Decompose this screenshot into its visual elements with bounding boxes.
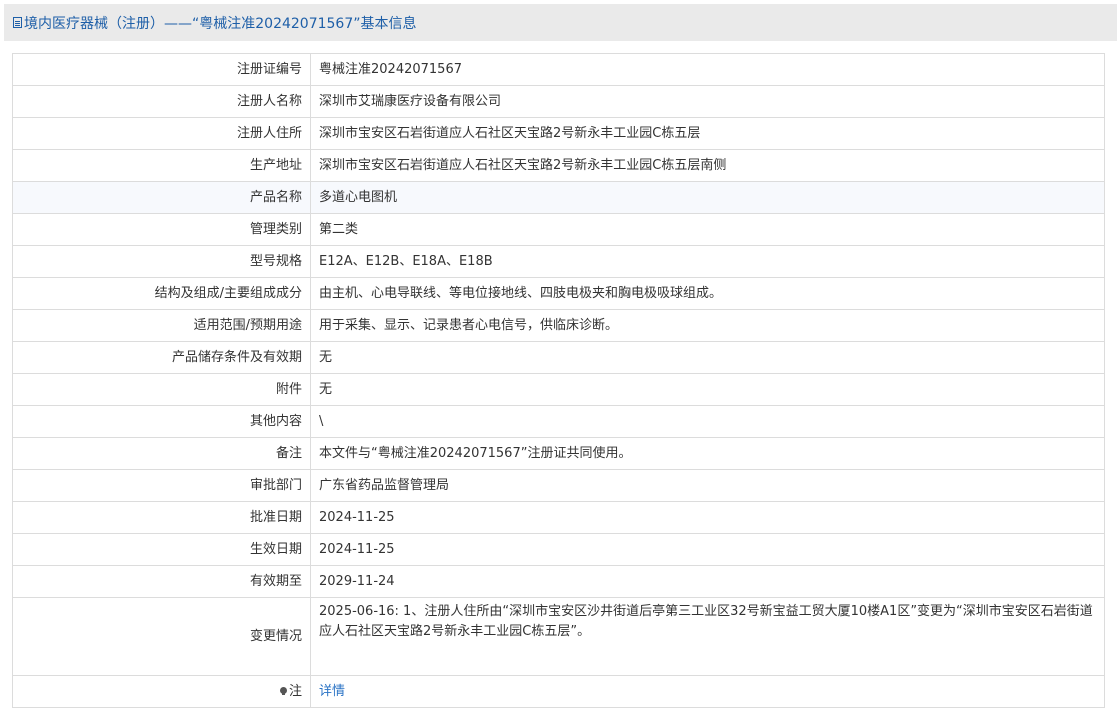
row-label: 审批部门	[12, 469, 311, 502]
row-label: 其他内容	[12, 405, 311, 438]
row-label: 生效日期	[12, 533, 311, 566]
row-value: 本文件与“粤械注准20242071567”注册证共同使用。	[310, 437, 1105, 470]
row-label: 注册人住所	[12, 117, 311, 150]
row-label: 管理类别	[12, 213, 311, 246]
row-value: 深圳市艾瑞康医疗设备有限公司	[310, 85, 1105, 118]
row-value: 第二类	[310, 213, 1105, 246]
table-row: 生产地址 深圳市宝安区石岩街道应人石社区天宝路2号新永丰工业园C栋五层南侧	[12, 149, 1105, 182]
page-title: 境内医疗器械（注册）——“粤械注准20242071567”基本信息	[24, 15, 417, 32]
table-row: 产品名称 多道心电图机	[12, 181, 1105, 214]
row-label: 产品名称	[12, 181, 311, 214]
row-value: 无	[310, 341, 1105, 374]
row-label: 产品储存条件及有效期	[12, 341, 311, 374]
row-value: E12A、E12B、E18A、E18B	[310, 245, 1105, 278]
row-label: 生产地址	[12, 149, 311, 182]
row-label: 附件	[12, 373, 311, 406]
row-label: 变更情况	[12, 597, 311, 676]
table-row: 注册证编号 粤械注准20242071567	[12, 53, 1105, 86]
table-row: 生效日期 2024-11-25	[12, 533, 1105, 566]
row-label: 结构及组成/主要组成成分	[12, 277, 311, 310]
row-value: 2025-06-16: 1、注册人住所由“深圳市宝安区沙井街道后亭第三工业区32…	[310, 597, 1105, 676]
row-value: 用于采集、显示、记录患者心电信号，供临床诊断。	[310, 309, 1105, 342]
table-row: 变更情况 2025-06-16: 1、注册人住所由“深圳市宝安区沙井街道后亭第三…	[12, 597, 1105, 676]
row-value: 由主机、心电导联线、等电位接地线、四肢电极夹和胸电极吸球组成。	[310, 277, 1105, 310]
table-row: 注 详情	[12, 675, 1105, 708]
table-row: 有效期至 2029-11-24	[12, 565, 1105, 598]
note-label-cell: 注	[12, 675, 311, 708]
page-header: 境内医疗器械（注册）——“粤械注准20242071567”基本信息	[4, 4, 1117, 41]
table-row: 其他内容 \	[12, 405, 1105, 438]
row-value: 2029-11-24	[310, 565, 1105, 598]
table-row: 附件 无	[12, 373, 1105, 406]
table-row: 结构及组成/主要组成成分 由主机、心电导联线、等电位接地线、四肢电极夹和胸电极吸…	[12, 277, 1105, 310]
row-label: 注册证编号	[12, 53, 311, 86]
row-label: 适用范围/预期用途	[12, 309, 311, 342]
row-value: 粤械注准20242071567	[310, 53, 1105, 86]
row-value: 2024-11-25	[310, 501, 1105, 534]
row-value: 2024-11-25	[310, 533, 1105, 566]
table-row: 注册人住所 深圳市宝安区石岩街道应人石社区天宝路2号新永丰工业园C栋五层	[12, 117, 1105, 150]
row-label: 有效期至	[12, 565, 311, 598]
row-value: 深圳市宝安区石岩街道应人石社区天宝路2号新永丰工业园C栋五层南侧	[310, 149, 1105, 182]
document-icon	[13, 17, 22, 28]
row-label: 注册人名称	[12, 85, 311, 118]
row-value: \	[310, 405, 1105, 438]
table-row: 型号规格 E12A、E12B、E18A、E18B	[12, 245, 1105, 278]
row-value: 详情	[310, 675, 1105, 708]
table-row: 审批部门 广东省药品监督管理局	[12, 469, 1105, 502]
info-table: 注册证编号 粤械注准20242071567 注册人名称 深圳市艾瑞康医疗设备有限…	[12, 53, 1105, 708]
row-value: 深圳市宝安区石岩街道应人石社区天宝路2号新永丰工业园C栋五层	[310, 117, 1105, 150]
row-value: 无	[310, 373, 1105, 406]
row-label: 批准日期	[12, 501, 311, 534]
table-row: 产品储存条件及有效期 无	[12, 341, 1105, 374]
row-label: 备注	[12, 437, 311, 470]
lightbulb-icon	[279, 686, 287, 695]
details-link[interactable]: 详情	[319, 684, 345, 699]
row-value: 多道心电图机	[310, 181, 1105, 214]
table-row: 备注 本文件与“粤械注准20242071567”注册证共同使用。	[12, 437, 1105, 470]
row-label: 型号规格	[12, 245, 311, 278]
table-row: 管理类别 第二类	[12, 213, 1105, 246]
table-row: 批准日期 2024-11-25	[12, 501, 1105, 534]
table-row: 注册人名称 深圳市艾瑞康医疗设备有限公司	[12, 85, 1105, 118]
note-label: 注	[288, 683, 302, 699]
row-value: 广东省药品监督管理局	[310, 469, 1105, 502]
table-row: 适用范围/预期用途 用于采集、显示、记录患者心电信号，供临床诊断。	[12, 309, 1105, 342]
